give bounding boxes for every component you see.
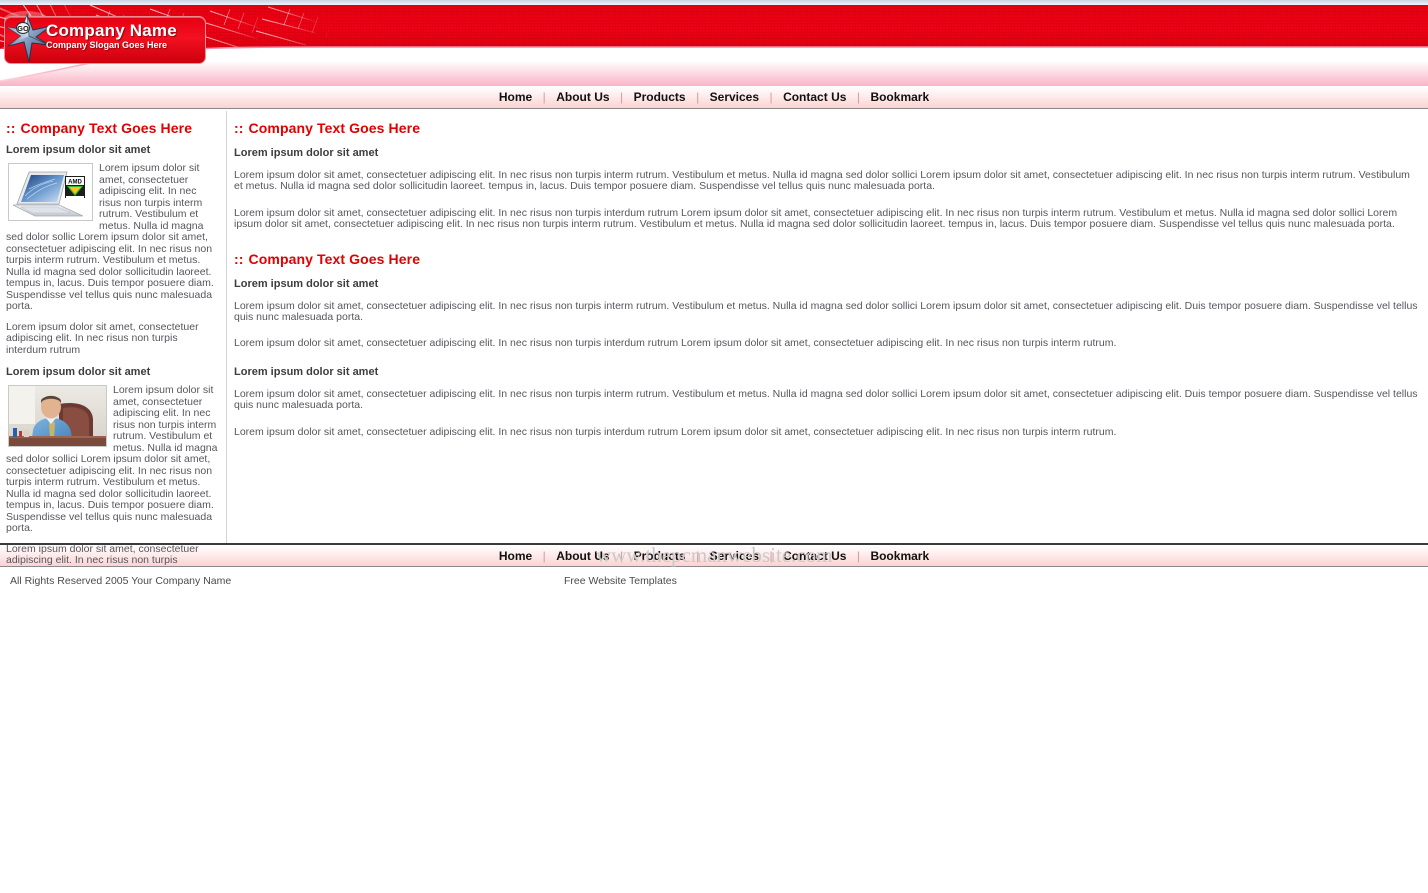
nav-separator: | [769, 549, 773, 563]
footer-nav-item-about-us[interactable]: About Us [553, 545, 612, 567]
page-content: :: Company Text Goes Here Lorem ipsum dol… [0, 111, 1428, 577]
nav-separator: | [620, 90, 624, 104]
main-subsection-heading: Lorem ipsum dolor sit amet [234, 365, 379, 378]
main-paragraph: Lorem ipsum dolor sit amet, consectetuer… [234, 425, 1117, 438]
copyright-text: All Rights Reserved 2005 Your Company Na… [10, 575, 232, 587]
sidebar-column: :: Company Text Goes Here Lorem ipsum dol… [0, 111, 227, 577]
logo-text-block: Company Name Company Slogan Goes Here [46, 22, 206, 51]
main-title-text: Company Text Goes Here [248, 120, 421, 136]
sidebar-section-title: :: Company Text Goes Here [6, 119, 220, 137]
nav-separator: | [696, 90, 700, 104]
nav-separator: | [542, 549, 546, 563]
nav-item-services[interactable]: Services [707, 86, 762, 108]
main-paragraph: Lorem ipsum dolor sit amet, consectetuer… [234, 337, 1117, 350]
company-name: Company Name [46, 21, 177, 40]
main-section-title: :: Company Text Goes Here [234, 250, 1418, 268]
footer-nav-item-services[interactable]: Services [707, 545, 762, 567]
footer-nav-item-bookmark[interactable]: Bookmark [867, 545, 932, 567]
logo-badge-text: GO [17, 24, 29, 33]
company-slogan: Company Slogan Goes Here [46, 40, 168, 50]
sidebar-block-after-text: Lorem ipsum dolor sit amet, consectetuer… [6, 320, 199, 356]
page-empty-area [0, 597, 1428, 877]
main-title-colons: :: [234, 120, 244, 136]
site-header-banner: GO Company Name Company Slogan Goes Here [0, 0, 1428, 86]
nav-separator: | [856, 549, 860, 563]
sidebar-block-heading: Lorem ipsum dolor sit amet [6, 144, 151, 156]
main-section-title: :: Company Text Goes Here [234, 119, 1418, 137]
nav-item-bookmark[interactable]: Bookmark [867, 86, 932, 108]
main-section-heading: Lorem ipsum dolor sit amet [234, 277, 379, 290]
sidebar-title-colons: :: [6, 120, 16, 136]
amd-logo-text: AMD [68, 180, 82, 186]
main-paragraph: Lorem ipsum dolor sit amet, consectetuer… [234, 169, 1410, 193]
template-credit-text: Free Website Templates [564, 575, 677, 587]
footer-nav-item-products[interactable]: Products [631, 545, 689, 567]
nav-separator: | [856, 90, 860, 104]
nav-separator: | [542, 90, 546, 104]
footer-nav-items-container: Home | About Us | Products | Services | … [496, 545, 932, 567]
businessman-desk-thumbnail[interactable] [8, 385, 107, 447]
main-column: :: Company Text Goes Here Lorem ipsum dol… [228, 111, 1428, 543]
nav-items-container: Home | About Us | Products | Services | … [496, 86, 932, 108]
primary-navigation[interactable]: Home | About Us | Products | Services | … [0, 86, 1428, 109]
main-title-colons: :: [234, 250, 244, 267]
banner-swoosh-curve [0, 45, 1428, 86]
nav-separator: | [769, 90, 773, 104]
nav-item-home[interactable]: Home [496, 86, 535, 108]
nav-separator: | [696, 549, 700, 563]
main-paragraph: Lorem ipsum dolor sit amet, consectetuer… [234, 387, 1418, 412]
nav-item-about-us[interactable]: About Us [553, 86, 612, 108]
sidebar-title-text: Company Text Goes Here [20, 120, 193, 136]
footer-nav-item-home[interactable]: Home [496, 545, 535, 567]
laptop-amd-thumbnail[interactable]: AMD [8, 163, 93, 221]
nav-separator: | [620, 549, 624, 563]
footer-credits: All Rights Reserved 2005 Your Company Na… [0, 567, 1428, 597]
nav-item-contact-us[interactable]: Contact Us [780, 86, 849, 108]
main-title-text: Company Text Goes Here [248, 250, 421, 267]
sidebar-block-heading: Lorem ipsum dolor sit amet [6, 366, 151, 378]
nav-item-products[interactable]: Products [631, 86, 689, 108]
main-paragraph: Lorem ipsum dolor sit amet, consectetuer… [234, 206, 1398, 231]
main-section-heading: Lorem ipsum dolor sit amet [234, 147, 379, 159]
main-paragraph: Lorem ipsum dolor sit amet, consectetuer… [234, 299, 1418, 324]
footer-nav-item-contact-us[interactable]: Contact Us [780, 545, 849, 567]
